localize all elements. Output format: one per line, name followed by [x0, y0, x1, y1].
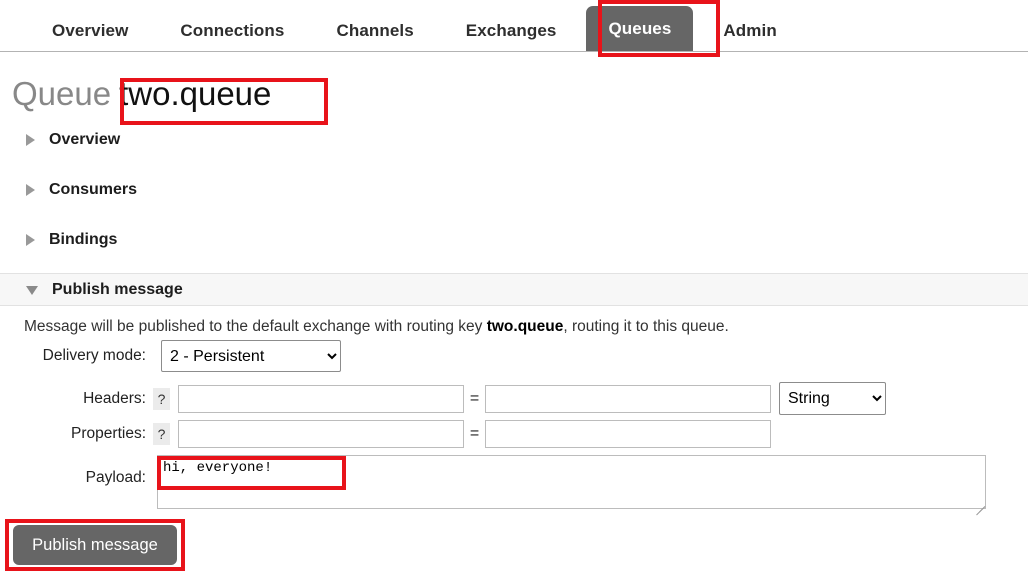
- section-publish-message-label: Publish message: [52, 280, 183, 298]
- delivery-mode-label: Delivery mode:: [42, 347, 146, 364]
- payload-label: Payload:: [85, 469, 146, 486]
- tab-overview[interactable]: Overview: [30, 12, 150, 51]
- publish-message-button[interactable]: Publish message: [13, 525, 177, 565]
- publish-description-after: , routing it to this queue.: [563, 318, 729, 335]
- payload-textarea[interactable]: hi, everyone!: [157, 455, 986, 509]
- section-bindings[interactable]: Bindings: [0, 225, 1028, 255]
- top-navbar: Overview Connections Channels Exchanges …: [0, 0, 1028, 52]
- headers-equals-sign: =: [469, 389, 480, 407]
- section-overview[interactable]: Overview: [0, 125, 1028, 155]
- chevron-right-icon: [26, 234, 35, 246]
- tab-exchanges[interactable]: Exchanges: [444, 12, 579, 51]
- properties-help-icon[interactable]: ?: [153, 423, 170, 445]
- properties-value-input[interactable]: [485, 420, 771, 448]
- section-overview-label: Overview: [49, 131, 121, 148]
- headers-help-icon[interactable]: ?: [153, 387, 170, 410]
- headers-key-input[interactable]: [178, 384, 464, 413]
- publish-description: Message will be published to the default…: [24, 317, 729, 337]
- tab-connections[interactable]: Connections: [158, 12, 306, 51]
- nav-tab-list: Overview Connections Channels Exchanges …: [0, 0, 807, 51]
- page-title-prefix: Queue: [12, 75, 112, 112]
- headers-label: Headers:: [83, 389, 146, 407]
- section-publish-message[interactable]: Publish message: [0, 273, 1028, 306]
- headers-row: Headers: ? = String: [0, 382, 1028, 415]
- headers-type-select[interactable]: String: [779, 382, 886, 415]
- tab-channels[interactable]: Channels: [314, 12, 435, 51]
- properties-equals-sign: =: [469, 425, 480, 442]
- tab-admin[interactable]: Admin: [701, 12, 798, 51]
- tab-queues[interactable]: Queues: [586, 6, 694, 51]
- delivery-mode-select[interactable]: 2 - Persistent: [161, 340, 341, 372]
- section-consumers[interactable]: Consumers: [0, 175, 1028, 205]
- delivery-mode-row: Delivery mode: 2 - Persistent: [0, 340, 1028, 372]
- properties-label: Properties:: [71, 425, 146, 442]
- page-title: Queue two.queue: [12, 74, 271, 114]
- section-consumers-label: Consumers: [49, 181, 138, 198]
- publish-description-before: Message will be published to the default…: [24, 318, 487, 335]
- section-bindings-label: Bindings: [49, 231, 118, 248]
- headers-value-input[interactable]: [485, 384, 771, 413]
- chevron-right-icon: [26, 184, 35, 196]
- publish-description-routing-key: two.queue: [486, 318, 564, 335]
- chevron-right-icon: [26, 134, 35, 146]
- properties-row: Properties: ? =: [0, 420, 1028, 448]
- chevron-down-icon: [26, 286, 38, 295]
- properties-key-input[interactable]: [178, 420, 464, 448]
- page-title-queue-name: two.queue: [119, 75, 272, 112]
